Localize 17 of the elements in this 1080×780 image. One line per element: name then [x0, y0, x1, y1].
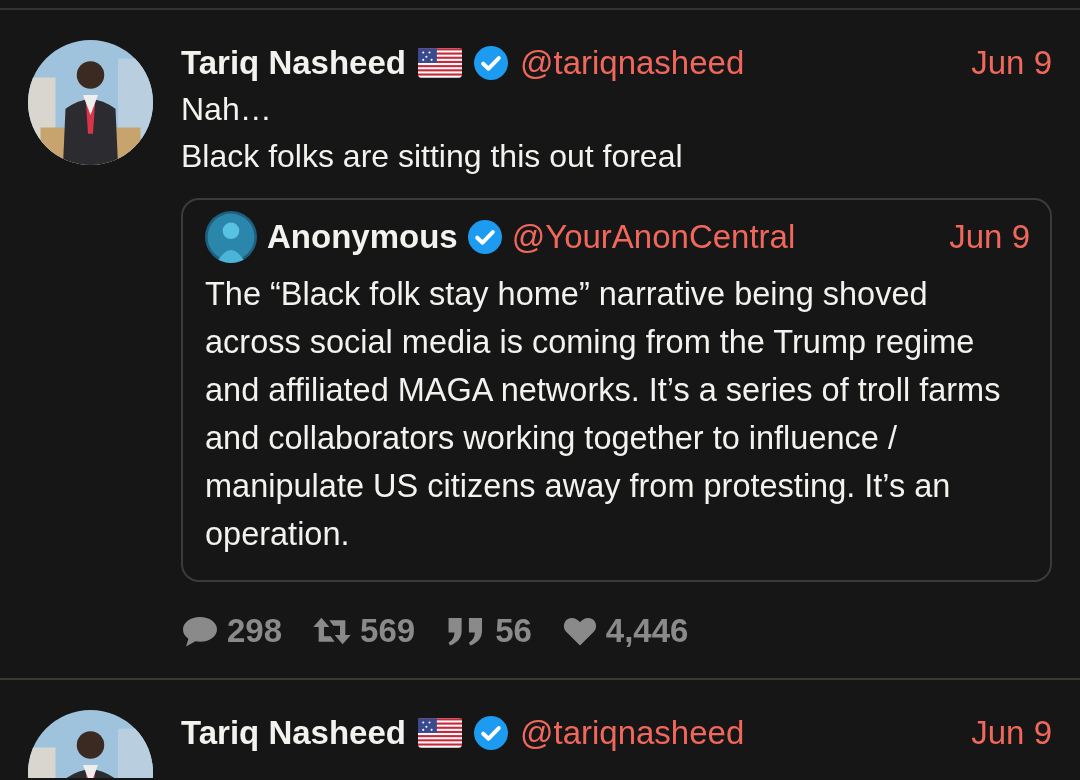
stat-count[interactable]: 4,446	[605, 606, 689, 656]
author-handle[interactable]: @tariqnasheed	[519, 707, 745, 758]
author-handle[interactable]: @YourAnonCentral	[511, 212, 796, 262]
author-name[interactable]: Tariq Nasheed	[181, 707, 406, 758]
stat-count[interactable]: 56	[495, 606, 532, 656]
author-handle[interactable]: @tariqnasheed	[519, 38, 745, 88]
quoted-tweet-text: The “Black folk stay home” narrative being shoved across social media is coming from the Trump regime and affiliated MAGA networks. It’s a series of troll farms and collaborators working together to influence / manipulate US citizens away from protesting. It’s an operation.	[205, 275, 1002, 554]
quoted-tweet-card[interactable]	[181, 198, 1052, 582]
tweet-date[interactable]: Jun 9	[949, 212, 1030, 262]
tweet-date[interactable]: Jun 9	[971, 38, 1052, 88]
tweet-text: Black folks are sitting this out foreal	[181, 137, 684, 176]
stat-count[interactable]: 298	[227, 606, 283, 656]
author-name[interactable]: Tariq Nasheed	[181, 38, 406, 88]
author-name[interactable]: Anonymous	[267, 212, 458, 262]
tweet-text: Nah…	[181, 90, 273, 129]
stat-count[interactable]: 569	[360, 606, 416, 656]
tweet-date[interactable]: Jun 9	[971, 707, 1052, 758]
